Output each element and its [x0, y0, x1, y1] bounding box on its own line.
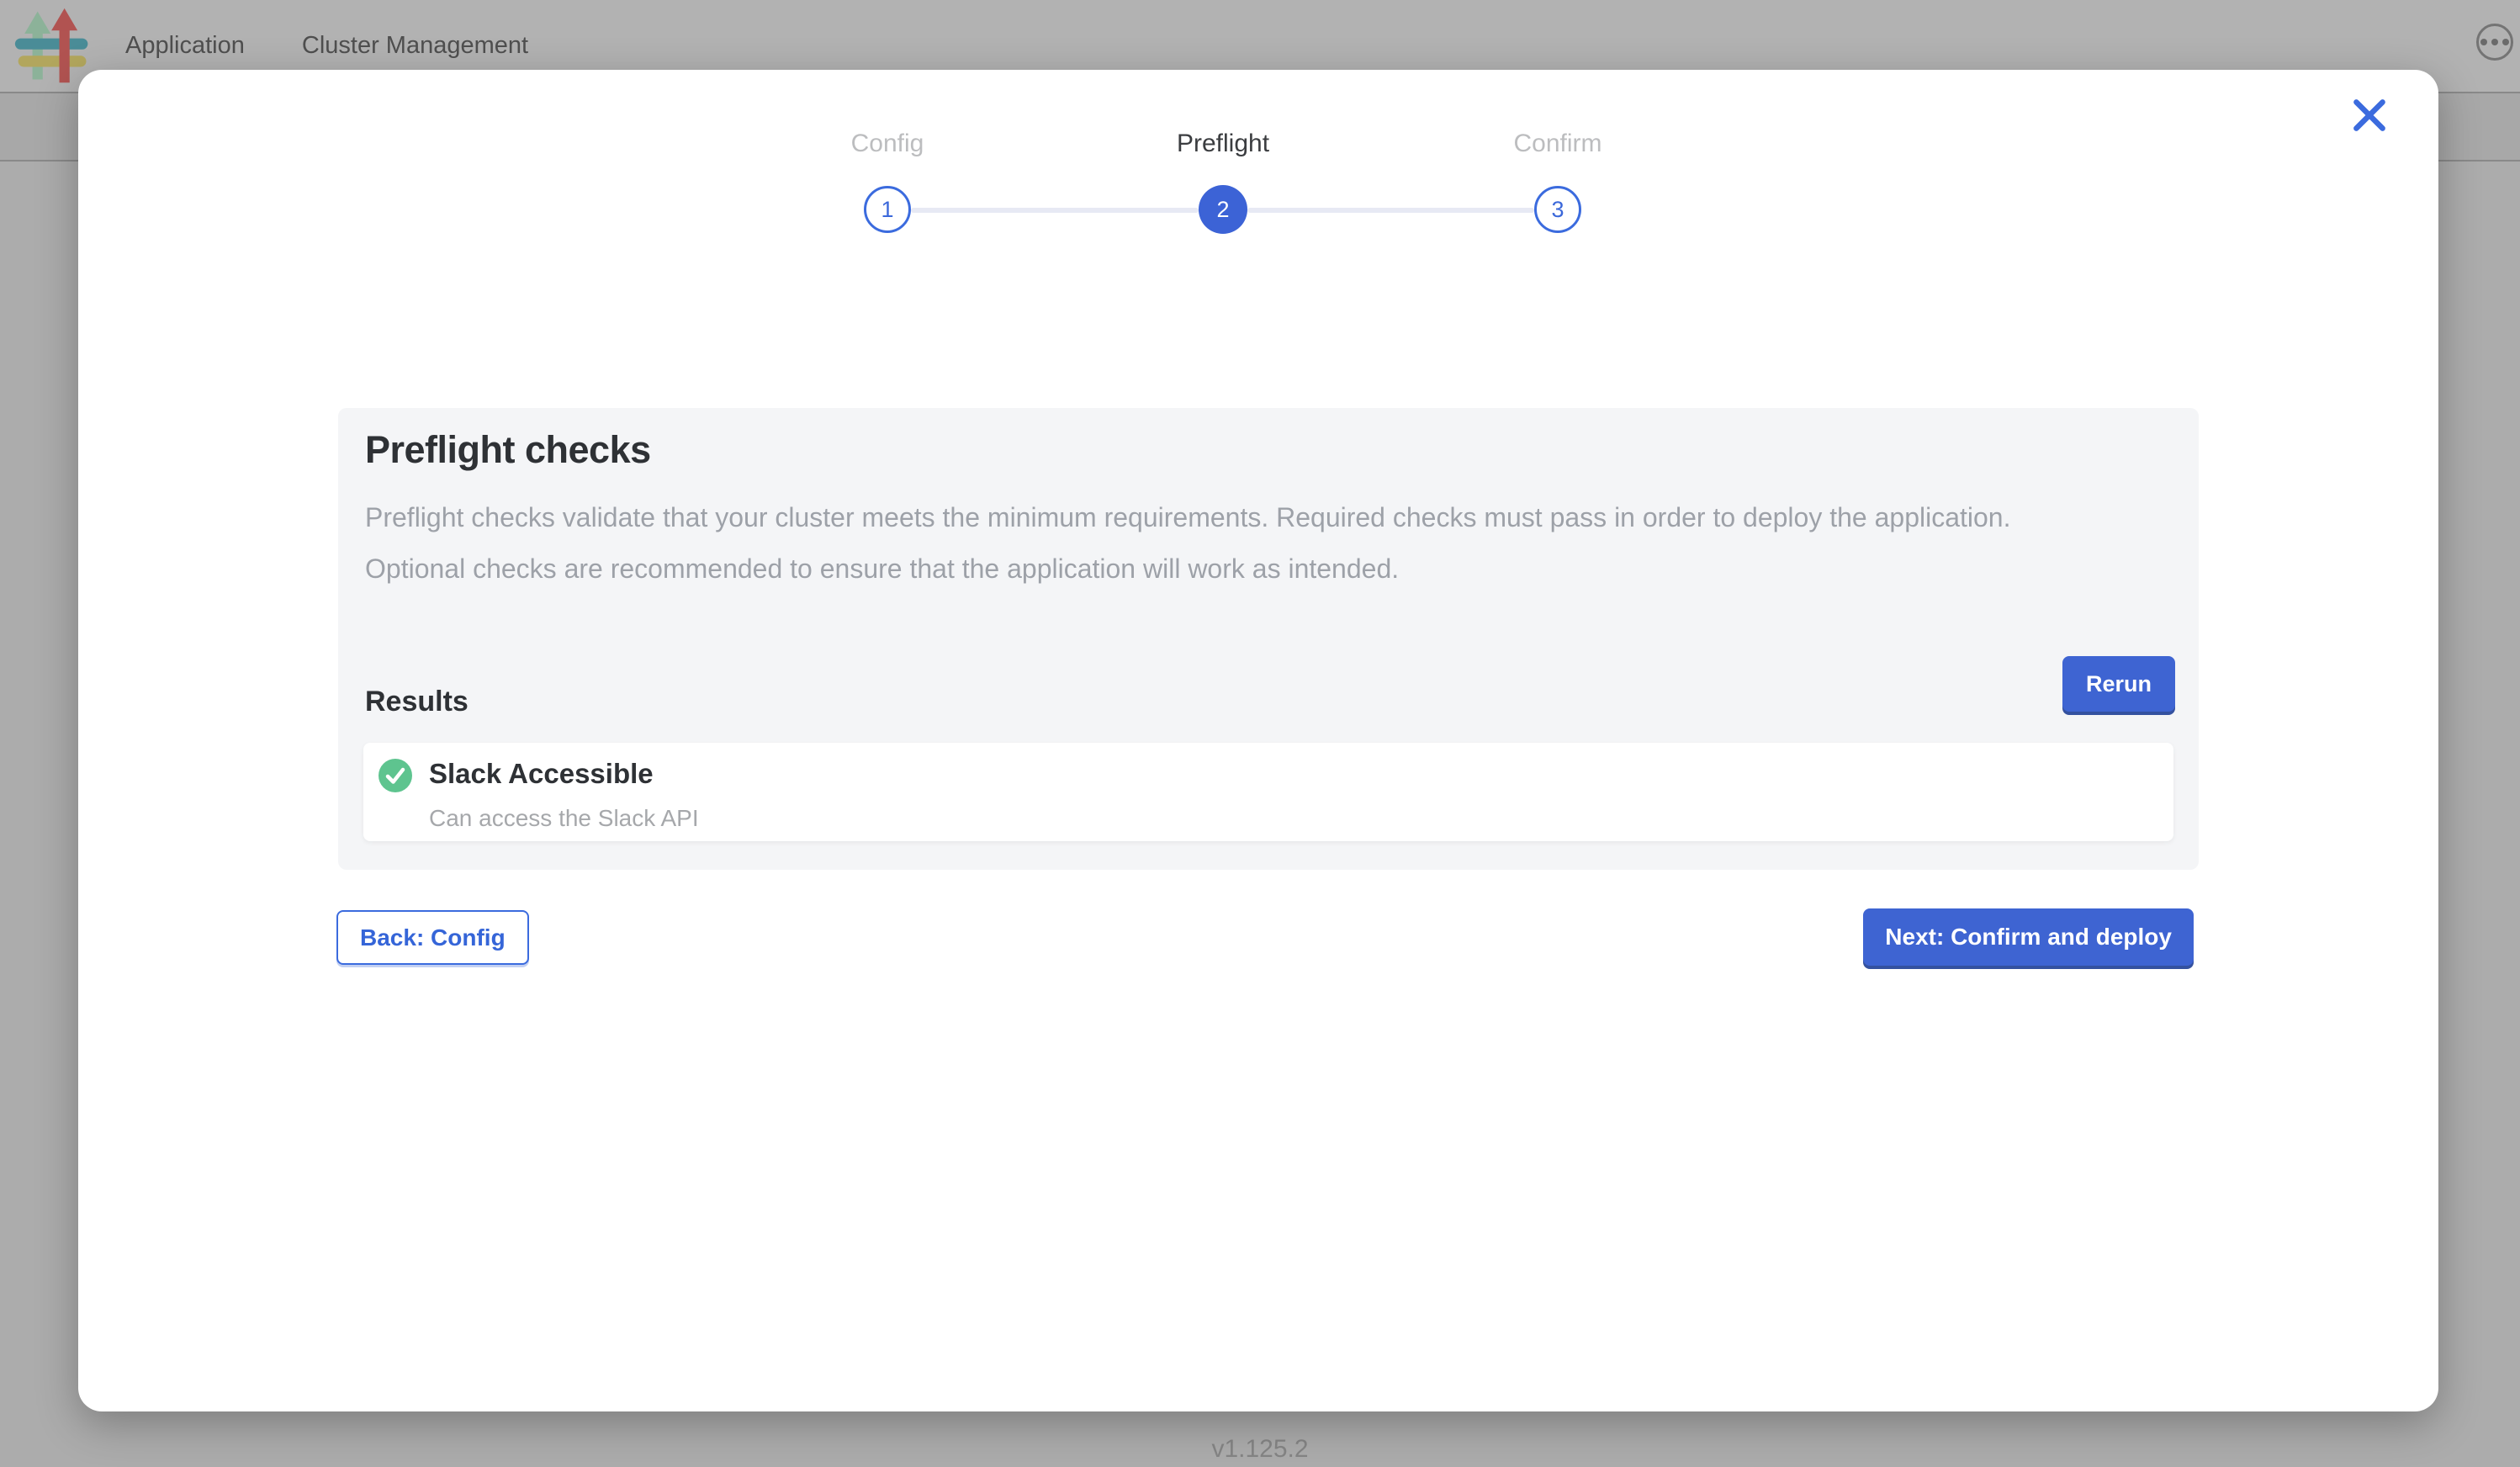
close-button[interactable] [2348, 93, 2391, 137]
step-circle-2: 2 [1199, 185, 1247, 234]
step-label: Config [761, 129, 1014, 159]
step-label: Confirm [1432, 129, 1684, 159]
rerun-button[interactable]: Rerun [2062, 656, 2175, 712]
success-check-icon [379, 759, 412, 792]
preflight-panel: Preflight checks Preflight checks valida… [338, 408, 2199, 870]
step-preflight: Preflight 2 [1097, 129, 1349, 234]
panel-description: Preflight checks validate that your clus… [365, 492, 2104, 595]
screen: Application Cluster Management v1.125.2 … [0, 0, 2520, 1467]
check-result-row: Slack Accessible Can access the Slack AP… [363, 743, 2173, 841]
check-detail: Can access the Slack API [429, 805, 699, 832]
close-icon [2348, 93, 2391, 137]
check-title: Slack Accessible [429, 758, 654, 790]
step-circle-3: 3 [1534, 186, 1581, 233]
step-confirm: Confirm 3 [1432, 129, 1684, 233]
step-config: Config 1 [761, 129, 1014, 233]
back-config-button[interactable]: Back: Config [336, 910, 529, 965]
results-label: Results [365, 686, 469, 718]
preflight-modal: Config 1 Preflight 2 Confirm 3 Preflight… [78, 70, 2438, 1411]
panel-title: Preflight checks [365, 428, 651, 472]
step-label: Preflight [1097, 129, 1349, 159]
next-confirm-deploy-button[interactable]: Next: Confirm and deploy [1863, 908, 2194, 966]
step-circle-1: 1 [864, 186, 911, 233]
